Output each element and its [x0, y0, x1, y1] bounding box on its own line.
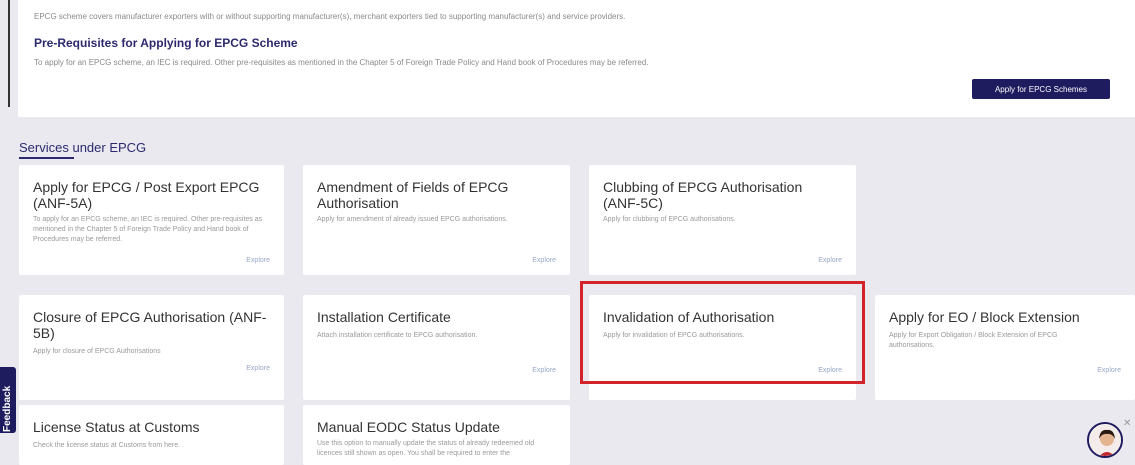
- card-description: Attach installation certificate to EPCG …: [317, 332, 478, 339]
- explore-link[interactable]: Explore: [532, 257, 556, 264]
- assistant-avatar-icon: [1089, 424, 1121, 456]
- service-card-apply-epcg[interactable]: Apply for EPCG / Post Export EPCG (ANF-5…: [19, 165, 284, 275]
- feedback-label[interactable]: Feedback: [2, 386, 13, 432]
- card-description: Apply for closure of EPCG Authorisations: [33, 348, 161, 355]
- apply-for-epcg-schemes-button[interactable]: Apply for EPCG Schemes: [972, 79, 1110, 99]
- service-card-clubbing[interactable]: Clubbing of EPCG Authorisation (ANF-5C) …: [589, 165, 856, 275]
- card-description: Check the license status at Customs from…: [33, 442, 181, 449]
- explore-link[interactable]: Explore: [246, 365, 270, 372]
- services-section-title: Services under EPCG: [19, 140, 147, 155]
- service-card-eo-block-extension[interactable]: Apply for EO / Block Extension Apply for…: [875, 295, 1135, 400]
- explore-link[interactable]: Explore: [246, 257, 270, 264]
- card-description: Apply for amendment of already issued EP…: [317, 216, 508, 223]
- card-title: Amendment of Fields of EPCG Authorisatio…: [317, 179, 509, 211]
- service-card-amendment[interactable]: Amendment of Fields of EPCG Authorisatio…: [303, 165, 570, 275]
- card-title: Apply for EO / Block Extension: [889, 309, 1080, 325]
- card-description: Use this option to manually update the s…: [317, 440, 535, 457]
- close-icon[interactable]: ✕: [1123, 418, 1131, 429]
- chat-assistant-avatar[interactable]: [1087, 422, 1123, 458]
- left-border-rule: [8, 0, 10, 107]
- card-title: License Status at Customs: [33, 419, 200, 435]
- service-card-license-status[interactable]: License Status at Customs Check the lice…: [19, 405, 284, 465]
- intro-text: EPCG scheme covers manufacturer exporter…: [34, 12, 626, 21]
- card-title: Installation Certificate: [317, 309, 451, 325]
- card-description: Apply for clubbing of EPCG authorisation…: [603, 216, 736, 223]
- card-title: Apply for EPCG / Post Export EPCG (ANF-5…: [33, 179, 260, 211]
- prerequisites-text: To apply for an EPCG scheme, an IEC is r…: [34, 58, 649, 67]
- epcg-intro-panel: EPCG scheme covers manufacturer exporter…: [18, 0, 1135, 117]
- section-title-underline: [19, 157, 74, 159]
- explore-link[interactable]: Explore: [532, 367, 556, 374]
- explore-link[interactable]: Explore: [818, 257, 842, 264]
- prerequisites-title: Pre-Requisites for Applying for EPCG Sch…: [34, 36, 298, 50]
- service-card-closure[interactable]: Closure of EPCG Authorisation (ANF-5B) A…: [19, 295, 284, 400]
- explore-link[interactable]: Explore: [1097, 367, 1121, 374]
- card-title: Manual EODC Status Update: [317, 419, 500, 435]
- card-title: Closure of EPCG Authorisation (ANF-5B): [33, 309, 267, 341]
- card-title: Clubbing of EPCG Authorisation (ANF-5C): [603, 179, 803, 211]
- service-card-manual-eodc[interactable]: Manual EODC Status Update Use this optio…: [303, 405, 570, 465]
- card-description: To apply for an EPCG scheme, an IEC is r…: [33, 216, 263, 243]
- service-card-installation-certificate[interactable]: Installation Certificate Attach installa…: [303, 295, 570, 400]
- highlight-box: [580, 281, 865, 384]
- card-description: Apply for Export Obligation / Block Exte…: [889, 332, 1058, 349]
